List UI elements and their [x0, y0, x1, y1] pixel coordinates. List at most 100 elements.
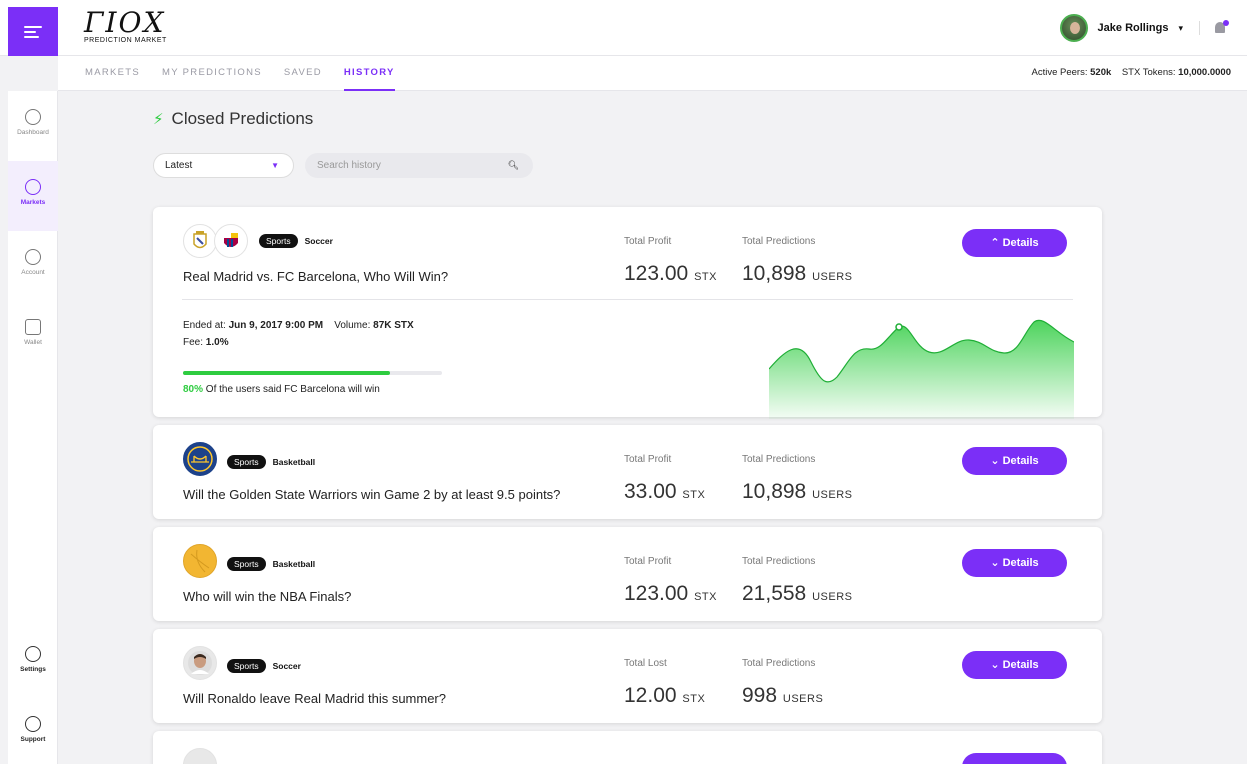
details-button[interactable] — [962, 753, 1067, 764]
chevron-up-icon: ⌃ — [990, 237, 1000, 249]
details-button[interactable]: ⌄ Details — [962, 651, 1067, 679]
real-madrid-logo-icon — [183, 224, 217, 258]
notification-dot — [1223, 20, 1229, 26]
poll-progress-fill — [183, 371, 391, 375]
sidebar-item-dashboard[interactable]: Dashboard — [8, 91, 58, 161]
fc-barcelona-logo-icon — [214, 224, 248, 258]
prediction-card: Sports Basketball Who will win the NBA F… — [153, 527, 1102, 621]
category-tag: Sports — [227, 659, 266, 673]
sidebar-item-account[interactable]: Account — [8, 231, 58, 301]
fee-info: Fee: 1.0% — [183, 337, 229, 348]
sidebar: Dashboard Markets Account Wallet Setting… — [8, 91, 58, 764]
menu-icon — [24, 23, 42, 41]
market-info: Ended at: Jun 9, 2017 9:00 PM Volume: 87… — [183, 320, 414, 331]
prediction-question[interactable]: Will Ronaldo leave Real Madrid this summ… — [183, 691, 446, 706]
metric-value: 123.00 STX — [624, 262, 717, 285]
sidebar-item-label: Dashboard — [17, 129, 49, 136]
search-icon: 🔍︎ — [507, 160, 519, 170]
tokens-label: STX Tokens: — [1121, 67, 1176, 78]
divider — [1199, 21, 1200, 35]
sidebar-item-label: Settings — [20, 666, 46, 673]
poll-result: 80% Of the users said FC Barcelona will … — [183, 384, 380, 395]
bolt-icon: ⚡ — [153, 111, 164, 128]
metric-value: 12.00 STX — [624, 684, 706, 707]
metric-label: Total Profit — [624, 236, 672, 247]
prediction-card — [153, 731, 1102, 764]
category-tags: Sports Basketball — [227, 557, 315, 571]
price-history-sparkline — [769, 319, 1074, 419]
active-peers-value: 520k — [1090, 67, 1112, 78]
logo[interactable]: ΓΙΟΧ PREDICTION MARKET — [84, 6, 167, 45]
prediction-question[interactable]: Will the Golden State Warriors win Game … — [183, 487, 560, 502]
tab-saved[interactable]: SAVED — [284, 56, 322, 91]
details-button[interactable]: ⌄ Details — [962, 549, 1067, 577]
sort-select-value: Latest — [165, 160, 193, 171]
sidebar-item-support[interactable]: Support — [8, 698, 58, 764]
tokens-value: 10,000.0000 — [1178, 67, 1231, 78]
team-logos — [183, 224, 248, 258]
prediction-question[interactable]: Who will win the NBA Finals? — [183, 589, 351, 604]
sort-select[interactable]: Latest ▼ — [153, 153, 294, 178]
category-tags: Sports Soccer — [259, 234, 333, 248]
chevron-down-icon: ▾ — [1178, 22, 1183, 33]
metric-value: 21,558 USERS — [742, 582, 853, 605]
logo-mark: ΓΙΟΧ — [84, 6, 166, 39]
sidebar-item-label: Markets — [20, 199, 46, 206]
wallet-icon — [25, 319, 41, 335]
sidebar-item-markets[interactable]: Markets — [8, 161, 58, 231]
metric-label: Total Profit — [624, 454, 672, 465]
notification-bell-icon[interactable] — [1213, 20, 1229, 36]
speedometer-icon — [25, 109, 41, 125]
metric-label: Total Profit — [624, 556, 672, 567]
tab-markets[interactable]: MARKETS — [85, 56, 140, 91]
hamburger-menu-button[interactable] — [8, 7, 58, 56]
sport-label: Soccer — [304, 236, 333, 246]
tab-history[interactable]: HISTORY — [343, 56, 395, 91]
metric-label: Total Predictions — [742, 658, 816, 669]
details-button[interactable]: ⌃ Details — [962, 229, 1067, 257]
sport-label: Basketball — [272, 559, 316, 569]
avatar — [1059, 14, 1088, 42]
metric-label: Total Lost — [624, 658, 667, 669]
top-bar: ΓΙΟΧ PREDICTION MARKET Jake Rollings ▾ — [0, 0, 1247, 56]
metric-value: 998 USERS — [742, 684, 824, 707]
page-title: ⚡ Closed Predictions — [153, 109, 313, 129]
warriors-logo-icon — [183, 442, 217, 476]
prediction-card: Sports Soccer Will Ronaldo leave Real Ma… — [153, 629, 1102, 723]
category-tags: Sports Basketball — [227, 455, 315, 469]
sidebar-item-label: Wallet — [24, 339, 42, 346]
tab-bar: MARKETS MY PREDICTIONS SAVED HISTORY — [85, 56, 395, 91]
chevron-down-icon: ▼ — [271, 161, 279, 170]
player-photo-icon — [183, 748, 217, 764]
prediction-question[interactable]: Real Madrid vs. FC Barcelona, Who Will W… — [183, 269, 448, 284]
chevron-down-icon: ⌄ — [990, 659, 1000, 671]
search-placeholder: Search history — [317, 160, 381, 171]
divider — [182, 299, 1073, 300]
metric-label: Total Predictions — [742, 556, 816, 567]
metric-label: Total Predictions — [742, 236, 816, 247]
gear-icon — [25, 646, 41, 662]
logo-subtitle: PREDICTION MARKET — [84, 37, 167, 44]
details-button[interactable]: ⌄ Details — [962, 447, 1067, 475]
sidebar-item-wallet[interactable]: Wallet — [8, 301, 58, 371]
metric-value: 33.00 STX — [624, 480, 706, 503]
trend-icon — [25, 179, 41, 195]
user-menu[interactable]: Jake Rollings ▾ — [1059, 14, 1183, 42]
search-input[interactable]: Search history 🔍︎ — [305, 153, 533, 178]
sub-navigation: MARKETS MY PREDICTIONS SAVED HISTORY Act… — [58, 56, 1247, 91]
basketball-icon — [183, 544, 217, 578]
category-tags: Sports Soccer — [227, 659, 301, 673]
sport-label: Basketball — [272, 457, 316, 467]
tab-my-predictions[interactable]: MY PREDICTIONS — [162, 56, 262, 91]
user-icon — [25, 249, 41, 265]
network-stats: Active Peers: 520k STX Tokens: 10,000.00… — [1032, 56, 1231, 89]
player-photo-icon — [183, 646, 217, 680]
sport-label: Soccer — [272, 661, 301, 671]
category-tag: Sports — [227, 557, 266, 571]
sidebar-item-settings[interactable]: Settings — [8, 628, 58, 698]
team-logos — [183, 748, 217, 764]
prediction-card: Sports Basketball Will the Golden State … — [153, 425, 1102, 519]
metric-value: 10,898 USERS — [742, 262, 853, 285]
team-logos — [183, 544, 217, 578]
team-logos — [183, 442, 217, 476]
